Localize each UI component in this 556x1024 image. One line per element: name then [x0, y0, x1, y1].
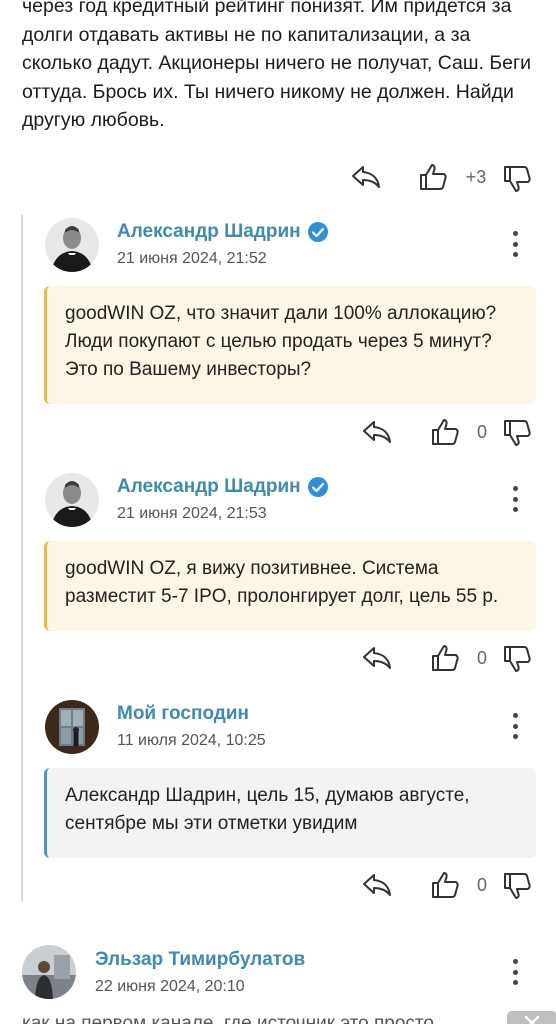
thumbs-down-icon[interactable] [500, 642, 534, 676]
author-name[interactable]: Мой господин [117, 703, 249, 725]
comment-date: 22 июня 2024, 20:10 [95, 978, 245, 995]
thumbs-down-icon[interactable] [500, 869, 534, 903]
author-name[interactable]: Александр Шадрин [117, 476, 301, 498]
reply-arrow-icon[interactable] [360, 415, 394, 449]
more-vertical-icon[interactable] [510, 486, 520, 512]
author-name[interactable]: Эльзар Тимирбулатов [95, 949, 305, 971]
avatar[interactable] [22, 945, 76, 999]
comment-date: 21 июня 2024, 21:53 [117, 505, 267, 522]
comment-text: goodWIN OZ, я вижу позитивнее. Система р… [44, 541, 536, 631]
comment-date: 21 июня 2024, 21:52 [117, 250, 267, 267]
avatar[interactable] [45, 218, 99, 272]
thumbs-up-icon[interactable] [428, 415, 462, 449]
avatar[interactable] [45, 473, 99, 527]
thread-line [21, 215, 23, 901]
like-count: +3 [465, 167, 487, 187]
reply-arrow-icon[interactable] [349, 160, 383, 194]
author-name[interactable]: Александр Шадрин [117, 221, 301, 243]
comment-text: Александр Шадрин, цель 15, думаюв август… [44, 768, 536, 858]
more-vertical-icon[interactable] [510, 713, 520, 739]
comment-text: как на первом канале, где источник это п… [22, 1013, 434, 1024]
comment-date: 11 июля 2024, 10:25 [117, 732, 266, 749]
thumbs-down-icon[interactable] [500, 162, 534, 196]
thumbs-up-icon[interactable] [428, 641, 462, 675]
more-vertical-icon[interactable] [510, 959, 520, 985]
reply-arrow-icon[interactable] [360, 868, 394, 902]
close-icon[interactable] [507, 1011, 556, 1024]
like-count: 0 [476, 875, 487, 895]
thumbs-down-icon[interactable] [500, 416, 534, 450]
comment-text: через год кредитный рейтинг понизят. Им … [22, 0, 531, 131]
avatar[interactable] [45, 700, 99, 754]
like-count: 0 [476, 422, 487, 442]
verified-check-icon [307, 476, 329, 498]
like-count: 0 [476, 648, 487, 668]
reply-arrow-icon[interactable] [360, 641, 394, 675]
comment-text: goodWIN OZ, что значит дали 100% аллокац… [44, 286, 536, 404]
thumbs-up-icon[interactable] [416, 160, 450, 194]
thumbs-up-icon[interactable] [428, 868, 462, 902]
more-vertical-icon[interactable] [510, 231, 520, 257]
verified-check-icon [307, 221, 329, 243]
